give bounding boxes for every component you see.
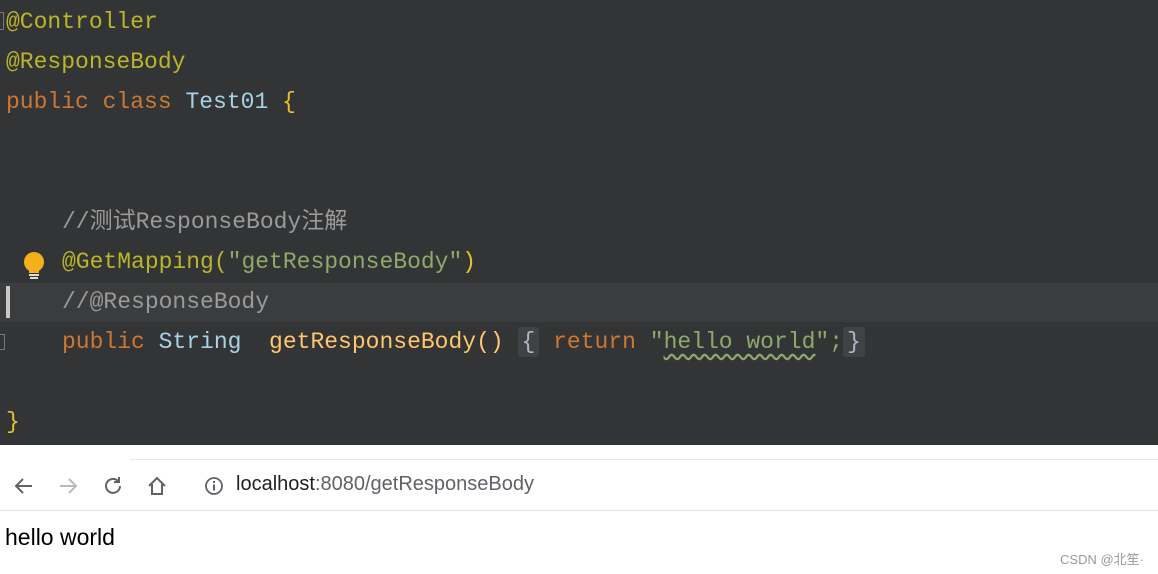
home-icon[interactable] bbox=[145, 474, 169, 498]
address-bar[interactable]: localhost:8080/getResponseBody bbox=[236, 473, 534, 496]
fold-marker-icon[interactable] bbox=[0, 12, 4, 30]
class-name: Test01 bbox=[185, 89, 283, 115]
keyword: return bbox=[553, 329, 650, 355]
folded-brace[interactable]: { bbox=[517, 327, 540, 357]
browser-window: localhost:8080/getResponseBody hello wor… bbox=[0, 445, 1158, 574]
code-line: @ResponseBody bbox=[6, 49, 186, 75]
code-editor[interactable]: @Controller @ResponseBody public class T… bbox=[0, 0, 1158, 445]
lightbulb-icon[interactable] bbox=[22, 251, 46, 281]
code-line: @GetMapping("getResponseBody") bbox=[62, 242, 476, 282]
divider bbox=[130, 459, 1158, 460]
info-icon[interactable] bbox=[204, 476, 224, 496]
back-icon[interactable] bbox=[12, 474, 36, 498]
method-name: getResponseBody() bbox=[269, 329, 504, 355]
quote: " bbox=[649, 329, 664, 355]
forward-icon[interactable] bbox=[56, 474, 80, 498]
keyword: public class bbox=[6, 89, 186, 115]
code-line: //测试ResponseBody注解 bbox=[62, 209, 348, 235]
fold-marker-icon[interactable] bbox=[0, 334, 5, 350]
url-host: localhost bbox=[236, 473, 315, 495]
keyword: public bbox=[62, 329, 159, 355]
caret bbox=[6, 286, 10, 318]
paren: ) bbox=[462, 249, 477, 275]
string-literal: "getResponseBody" bbox=[227, 249, 463, 275]
brace: { bbox=[282, 89, 296, 115]
quote: "; bbox=[815, 329, 843, 355]
string-literal: hello world bbox=[663, 329, 816, 355]
divider bbox=[0, 510, 1158, 511]
folded-brace[interactable]: } bbox=[843, 327, 865, 357]
annotation: @GetMapping( bbox=[62, 249, 228, 275]
code-line: public class Test01 { bbox=[6, 82, 296, 122]
code-line: //@ResponseBody bbox=[62, 289, 270, 315]
url-path: :8080/getResponseBody bbox=[314, 473, 534, 495]
watermark: CSDN @北笙· bbox=[1060, 552, 1144, 567]
type-name: String bbox=[158, 329, 270, 355]
reload-icon[interactable] bbox=[101, 474, 125, 498]
page-content: hello world bbox=[5, 524, 115, 550]
code-line: public String getResponseBody() { return… bbox=[62, 322, 865, 362]
code-line: @Controller bbox=[6, 9, 158, 35]
code-line: } bbox=[6, 409, 20, 435]
